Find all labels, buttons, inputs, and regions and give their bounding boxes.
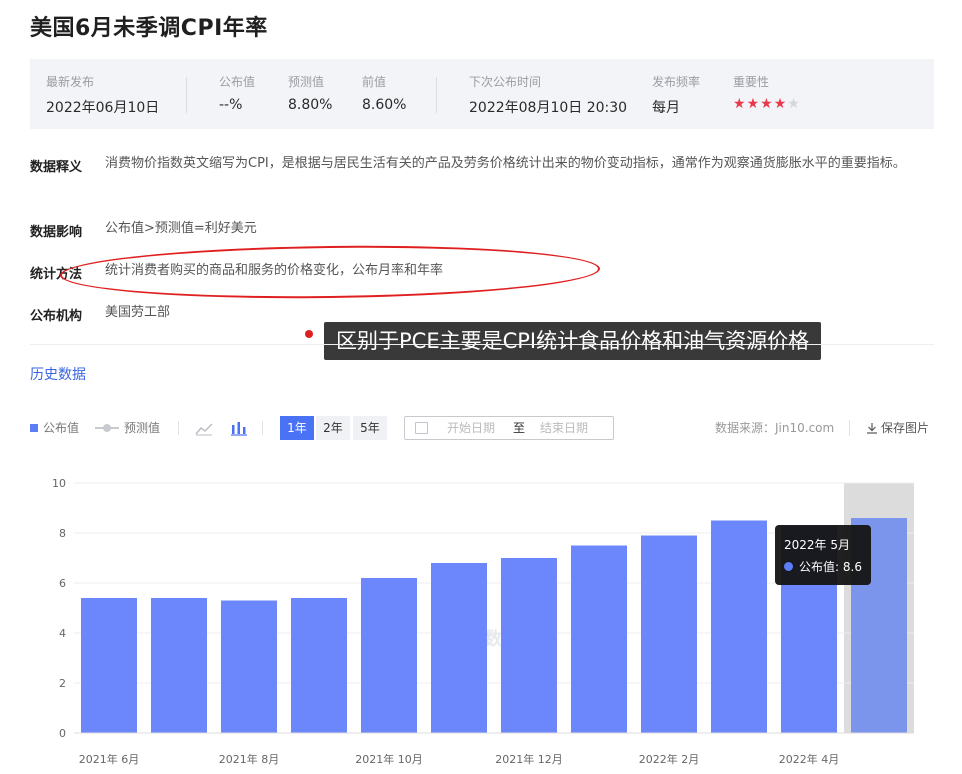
bar-chart-icon[interactable] [229, 418, 249, 438]
bar-8 [571, 545, 627, 733]
importance-block: 重要性 ★★★★★ [733, 73, 801, 112]
next-release-block: 下次公布时间 2022年08月10日 20:30 [469, 73, 627, 117]
info-divider [436, 77, 437, 113]
bar-10 [711, 520, 767, 733]
line-series-swatch [95, 423, 119, 433]
definition-text: 消费物价指数英文缩写为CPI，是根据与居民生活有关的产品及劳务价格统计出来的物价… [105, 156, 906, 171]
y-tick-label: 4 [59, 627, 66, 640]
bar-6 [431, 563, 487, 733]
y-tick-label: 10 [52, 477, 66, 490]
agency-label: 公布机构 [30, 309, 83, 324]
start-date-input[interactable]: 开始日期 [447, 417, 495, 439]
definition-label: 数据释义 [30, 160, 83, 175]
range-1y-button[interactable]: 1年 [280, 416, 314, 440]
cpi-bar-chart: 0246810金十数据2021年 6月2021年 8月2021年 10月2021… [52, 477, 914, 766]
latest-release-value: 2022年06月10日 [46, 100, 160, 116]
x-tick-label: 2022年 2月 [639, 752, 700, 766]
toolbar-divider [262, 421, 263, 435]
next-release-value: 2022年08月10日 20:30 [469, 100, 628, 116]
y-tick-label: 2 [59, 677, 66, 690]
star-filled-icon: ★ [746, 96, 761, 112]
legend-actual[interactable]: 公布值 [30, 416, 79, 440]
x-tick-label: 2022年 4月 [779, 752, 840, 766]
info-divider [186, 77, 187, 113]
toolbar-divider [849, 420, 850, 436]
forecast-label: 预测值 [288, 75, 325, 89]
range-5y-button[interactable]: 5年 [353, 416, 387, 440]
bar-7 [501, 558, 557, 733]
tooltip-row: 公布值: 8.6 [784, 558, 862, 575]
tooltip-series-name: 公布值 [799, 560, 836, 574]
history-data-link[interactable]: 历史数据 [30, 364, 86, 384]
impact-text: 公布值>预测值=利好美元 [105, 221, 257, 236]
importance-label: 重要性 [733, 75, 770, 89]
star-filled-icon: ★ [733, 96, 747, 112]
previous-value: 8.60% [362, 97, 407, 113]
chart-tooltip: 2022年 5月 公布值: 8.6 [775, 525, 871, 585]
date-range-picker[interactable]: 开始日期 至 结束日期 [404, 416, 614, 440]
next-release-label: 下次公布时间 [469, 75, 542, 89]
page-title: 美国6月未季调CPI年率 [30, 16, 268, 41]
line-chart-icon[interactable] [194, 418, 214, 438]
latest-release-block: 最新发布 2022年06月10日 [46, 73, 159, 117]
annotation-ellipse [59, 242, 601, 302]
x-tick-label: 2021年 12月 [495, 752, 563, 766]
release-info-bar: 最新发布 2022年06月10日 公布值 --% 预测值 8.80% 前值 8.… [30, 59, 934, 129]
end-date-input[interactable]: 结束日期 [540, 417, 588, 439]
y-tick-label: 6 [59, 577, 66, 590]
bar-5 [361, 578, 417, 733]
chart-toolbar: 公布值 预测值 1年 2年 5年 开始日期 至 结束日期 数据来源：Jin10.… [30, 416, 934, 440]
star-empty-icon: ★ [787, 96, 801, 112]
range-2y-button[interactable]: 2年 [316, 416, 350, 440]
y-tick-label: 0 [59, 727, 66, 740]
x-tick-label: 2021年 6月 [79, 752, 140, 766]
section-divider [30, 344, 934, 345]
bar-1 [81, 598, 137, 733]
forecast-block: 预测值 8.80% [288, 73, 332, 113]
latest-release-label: 最新发布 [46, 75, 95, 89]
download-icon [867, 423, 877, 434]
data-source: 数据来源：Jin10.com [715, 421, 835, 435]
actual-block: 公布值 --% [219, 73, 255, 113]
x-tick-label: 2021年 10月 [355, 752, 423, 766]
tooltip-series-dot [784, 562, 793, 571]
tooltip-value: 8.6 [842, 560, 862, 574]
date-range-separator: 至 [513, 421, 526, 435]
annotation-marker [305, 330, 313, 338]
calendar-icon [415, 422, 428, 434]
legend-actual-label: 公布值 [43, 421, 80, 435]
frequency-label: 发布频率 [652, 75, 701, 89]
tooltip-title: 2022年 5月 [784, 538, 850, 552]
importance-stars: ★★★★★ [733, 96, 801, 112]
forecast-value: 8.80% [288, 97, 333, 113]
star-filled-icon: ★ [773, 96, 788, 112]
bar-2 [151, 598, 207, 733]
toolbar-divider [178, 421, 179, 435]
frequency-block: 发布频率 每月 [652, 73, 700, 117]
bar-series-swatch [30, 424, 38, 432]
actual-value: --% [219, 97, 243, 113]
frequency-value: 每月 [652, 100, 680, 116]
annotation-note: 区别于PCE主要是CPI统计食品价格和油气资源价格 [324, 322, 822, 360]
previous-label: 前值 [362, 75, 387, 89]
impact-label: 数据影响 [30, 225, 83, 240]
legend-forecast-label: 预测值 [124, 421, 161, 435]
agency-text: 美国劳工部 [105, 305, 171, 320]
actual-label: 公布值 [219, 75, 256, 89]
save-image-label: 保存图片 [881, 421, 930, 435]
save-image-button[interactable]: 保存图片 [866, 416, 929, 440]
bar-3 [221, 600, 277, 733]
x-tick-label: 2021年 8月 [219, 752, 280, 766]
star-filled-icon: ★ [760, 96, 774, 112]
previous-block: 前值 8.60% [362, 73, 406, 113]
legend-forecast[interactable]: 预测值 [95, 416, 160, 440]
bar-9 [641, 535, 697, 733]
y-tick-label: 8 [59, 527, 66, 540]
bar-4 [291, 598, 347, 733]
